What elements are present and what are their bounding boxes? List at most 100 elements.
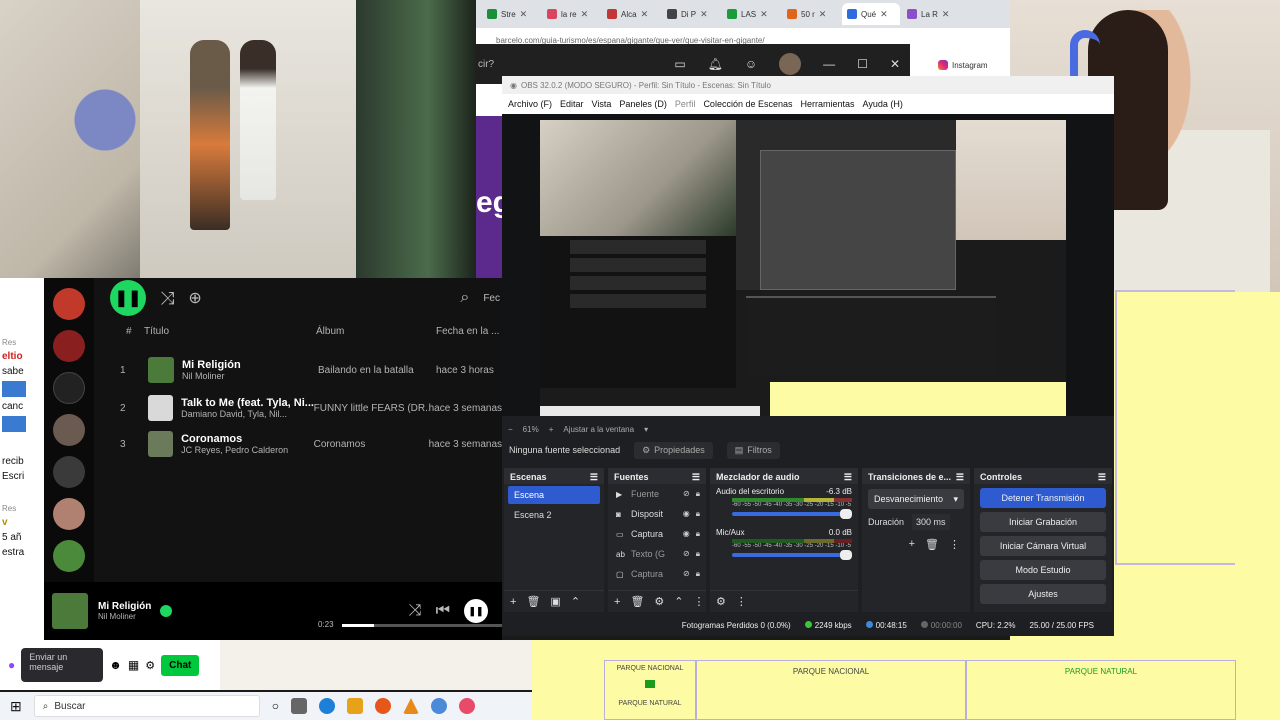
explorer-icon[interactable] (346, 698, 363, 714)
avatar[interactable] (779, 53, 802, 75)
instagram-link[interactable]: Instagram (938, 60, 988, 70)
edge-icon[interactable] (318, 698, 335, 714)
close-icon[interactable]: ✕ (890, 57, 900, 71)
vlc-icon[interactable] (402, 698, 419, 714)
trash-icon[interactable]: 🗑︎ (526, 595, 540, 608)
playlist-avatar[interactable] (53, 288, 85, 320)
source-item[interactable]: ◙ Disposit ◉ 🔒︎ (608, 504, 706, 524)
playlist-avatar[interactable] (53, 414, 85, 446)
previous-icon[interactable]: ⏮︎ (436, 602, 450, 620)
fit-window[interactable]: Ajustar a la ventana (563, 425, 634, 434)
duration-input[interactable]: 300 ms (912, 514, 950, 530)
taskbar-search[interactable]: ⌕ Buscar (33, 695, 260, 717)
add-icon[interactable]: + (909, 538, 915, 551)
dock-menu-icon[interactable]: ☰ (1098, 472, 1106, 482)
browser-tab-active[interactable]: Qué ✕ (842, 3, 900, 25)
eye-icon[interactable]: ⊘ (683, 549, 690, 559)
obs-preview[interactable] (502, 114, 1114, 416)
playlist-avatar[interactable] (53, 540, 85, 572)
minimize-icon[interactable]: — (823, 57, 835, 71)
close-icon[interactable]: ✕ (880, 9, 888, 20)
volume-slider[interactable] (732, 550, 852, 560)
mic-icon[interactable]: ● (8, 658, 15, 672)
people-icon[interactable]: ☺ (745, 57, 757, 71)
pause-button[interactable]: ❚❚ (110, 280, 146, 316)
menu-ayuda[interactable]: Ayuda (H) (863, 99, 903, 109)
browser-tab[interactable]: Stre ✕ (482, 3, 540, 25)
lock-icon[interactable]: 🔒︎ (696, 569, 700, 579)
playlist-avatar[interactable] (53, 456, 85, 488)
windows-start-icon[interactable]: ⊞ (10, 698, 22, 715)
close-icon[interactable]: ✕ (700, 9, 708, 20)
lock-icon[interactable]: 🔒︎ (696, 549, 700, 559)
filter-icon[interactable]: ▣ (550, 595, 560, 608)
close-icon[interactable]: ✕ (819, 9, 827, 20)
bell-icon[interactable]: 🔔︎ (708, 57, 723, 71)
trash-icon[interactable]: 🗑︎ (925, 538, 939, 551)
menu-herramientas[interactable]: Herramientas (801, 99, 855, 109)
dock-menu-icon[interactable]: ☰ (692, 472, 700, 482)
zoom-plus[interactable]: + (549, 425, 554, 434)
filters-button[interactable]: ▤ Filtros (726, 441, 780, 459)
chat-send-button[interactable]: Chat (161, 654, 200, 676)
track-row[interactable]: 1 Mi Religión Nil Moliner Bailando en la … (120, 352, 502, 388)
firefox-icon[interactable] (374, 698, 391, 714)
lock-icon[interactable]: 🔒︎ (696, 529, 700, 539)
more-icon[interactable]: ⋮ (949, 538, 960, 551)
emoji-icon[interactable]: ☻ (109, 658, 122, 672)
opera-icon[interactable] (458, 698, 475, 714)
chevron-down-icon[interactable]: ▾ (644, 425, 648, 434)
download-icon[interactable]: ⊕ (188, 288, 201, 308)
playlist-avatar[interactable] (53, 498, 85, 530)
folder-icon[interactable] (53, 372, 85, 404)
studio-mode-button[interactable]: Modo Estudio (980, 560, 1106, 580)
chevron-up-icon[interactable]: ⌃ (571, 595, 580, 608)
widgets-icon[interactable] (290, 698, 307, 714)
menu-editar[interactable]: Editar (560, 99, 584, 109)
source-item[interactable]: ▢ Captura ⊘ 🔒︎ (608, 564, 706, 584)
menu-perfil[interactable]: Perfil (675, 99, 696, 109)
source-item[interactable]: ▭ Captura ◉ 🔒︎ (608, 524, 706, 544)
eye-icon[interactable]: ⊘ (683, 569, 690, 579)
search-icon[interactable]: ⌕ (460, 289, 469, 307)
close-icon[interactable]: ✕ (641, 9, 649, 20)
add-icon[interactable]: + (614, 596, 620, 608)
menu-archivo[interactable]: Archivo (F) (508, 99, 552, 109)
browser-tab[interactable]: 50 r ✕ (782, 3, 840, 25)
gear-icon[interactable]: ⚙ (654, 595, 664, 608)
transition-select[interactable]: Desvanecimiento ▾ (868, 489, 964, 509)
volume-slider[interactable] (732, 509, 852, 519)
shuffle-icon[interactable]: ⤨ (160, 288, 174, 309)
track-row[interactable]: 3 Coronamos JC Reyes, Pedro Calderon Coro… (120, 426, 502, 462)
stop-stream-button[interactable]: Detener Transmisión (980, 488, 1106, 508)
browser-tab[interactable]: La R ✕ (902, 3, 960, 25)
progress-bar[interactable] (342, 624, 502, 627)
trash-icon[interactable]: 🗑︎ (630, 595, 644, 608)
more-icon[interactable]: ⋮ (736, 595, 747, 608)
eye-icon[interactable]: ⊘ (683, 489, 690, 499)
menu-paneles[interactable]: Paneles (D) (619, 99, 667, 109)
menu-vista[interactable]: Vista (592, 99, 612, 109)
menu-coleccion[interactable]: Colección de Escenas (703, 99, 792, 109)
scene-item[interactable]: Escena 2 (508, 506, 600, 524)
browser-tab[interactable]: Alca ✕ (602, 3, 660, 25)
source-item[interactable]: ▶ Fuente ⊘ 🔒︎ (608, 484, 706, 504)
maximize-icon[interactable]: ☐ (857, 57, 868, 71)
lock-icon[interactable]: 🔒︎ (696, 489, 700, 499)
browser-tab[interactable]: LAS ✕ (722, 3, 780, 25)
close-icon[interactable]: ✕ (942, 9, 950, 20)
eye-icon[interactable]: ◉ (683, 529, 690, 539)
store-icon[interactable]: ▦ (128, 658, 139, 672)
screen-icon[interactable]: ▭ (674, 57, 685, 71)
chevron-up-icon[interactable]: ⌃ (674, 595, 683, 608)
properties-button[interactable]: ⚙ Propiedades (634, 441, 713, 459)
track-row[interactable]: 2 Talk to Me (feat. Tyla, Ni... Damiano D… (120, 390, 502, 426)
add-icon[interactable]: + (510, 596, 516, 608)
dock-menu-icon[interactable]: ☰ (956, 472, 964, 482)
playlist-avatar[interactable] (53, 330, 85, 362)
saved-check-icon[interactable] (160, 605, 172, 617)
close-icon[interactable]: ✕ (581, 9, 589, 20)
eye-icon[interactable]: ◉ (683, 509, 690, 519)
gear-icon[interactable]: ⚙ (716, 595, 726, 608)
more-icon[interactable]: ⋮ (694, 595, 705, 608)
